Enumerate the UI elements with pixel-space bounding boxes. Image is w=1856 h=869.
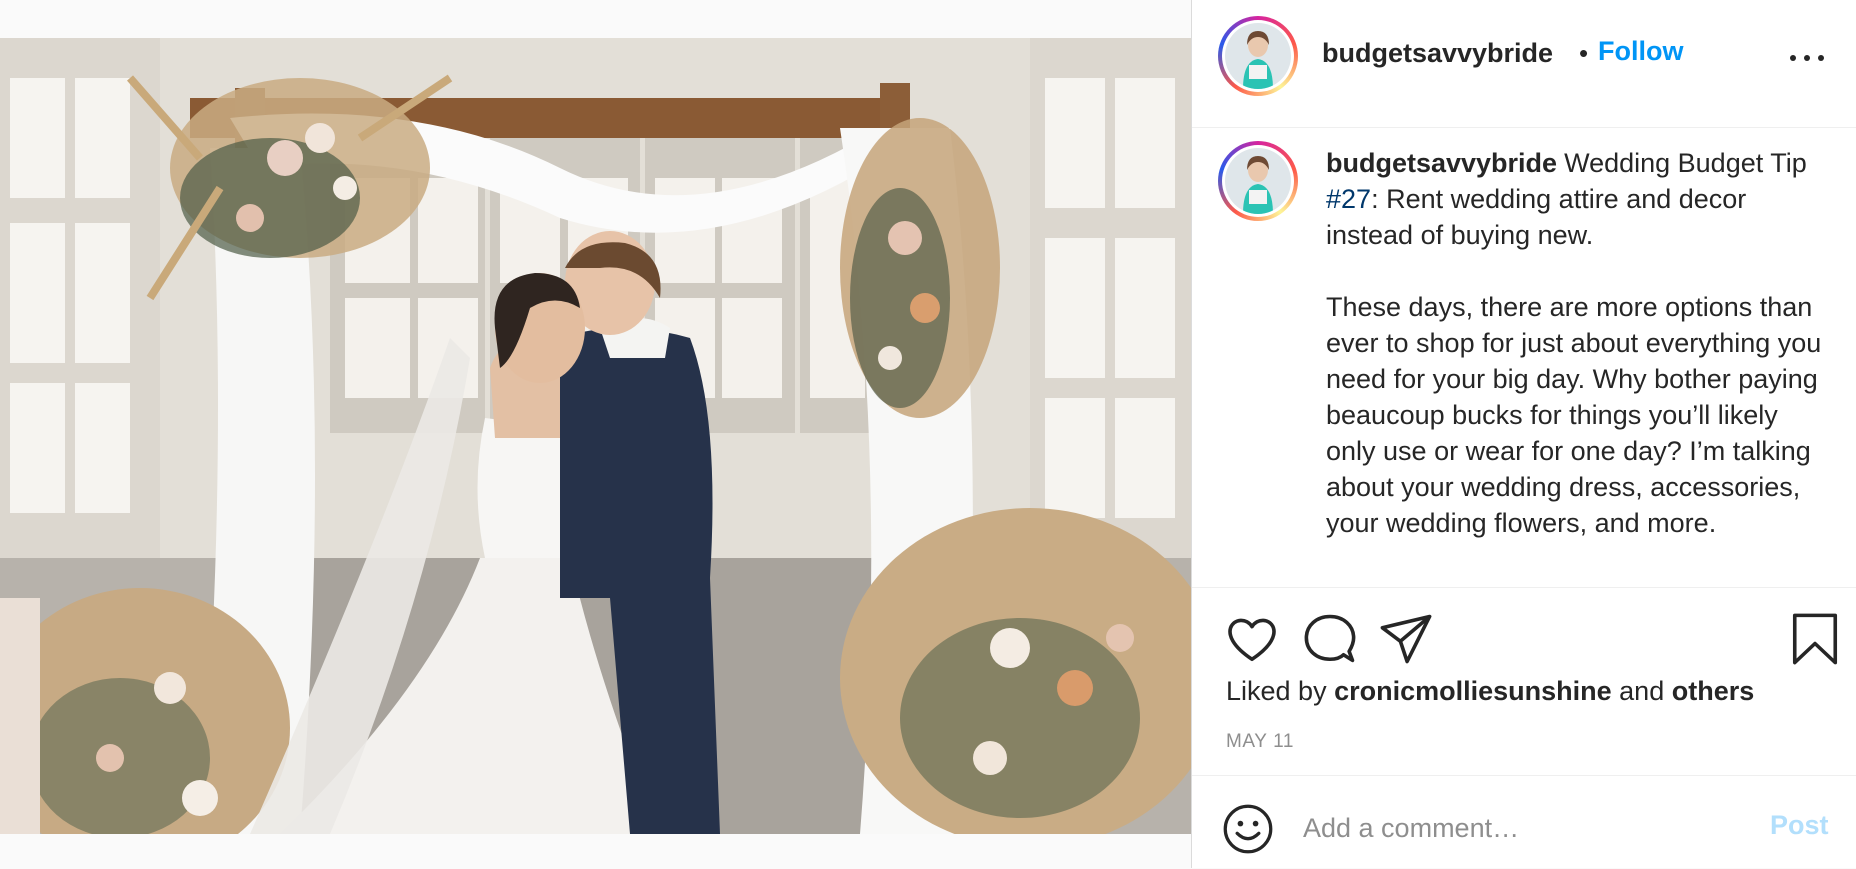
- caption-area: budgetsavvybride Wedding Budget Tip #27: …: [1192, 127, 1856, 587]
- share-icon[interactable]: [1379, 612, 1433, 666]
- caption-text-rest: : Rent wedding attire and decor instead …: [1326, 184, 1822, 538]
- post-date[interactable]: MAY 11: [1226, 731, 1294, 753]
- caption-text-start: Wedding Budget Tip: [1564, 148, 1807, 178]
- follow-button[interactable]: Follow: [1598, 36, 1683, 67]
- comment-row: Post: [1192, 775, 1856, 869]
- bookmark-icon[interactable]: [1788, 612, 1842, 666]
- comment-icon[interactable]: [1303, 612, 1357, 666]
- header-username[interactable]: budgetsavvybride: [1322, 38, 1553, 69]
- liked-by-prefix: Liked by: [1226, 676, 1335, 706]
- emoji-icon[interactable]: [1222, 803, 1274, 855]
- profile-photo: [1225, 148, 1291, 214]
- caption-username[interactable]: budgetsavvybride: [1326, 148, 1557, 178]
- liked-by-middle: and: [1611, 676, 1672, 706]
- post-button[interactable]: Post: [1770, 810, 1829, 841]
- profile-photo: [1225, 23, 1291, 89]
- caption-avatar[interactable]: [1218, 141, 1298, 221]
- more-options-icon[interactable]: [1790, 40, 1824, 64]
- post-header: budgetsavvybride • Follow: [1192, 0, 1856, 128]
- actions-section: Liked by cronicmolliesunshine and others…: [1192, 587, 1856, 867]
- photo-area: [0, 0, 1191, 868]
- separator-dot: •: [1579, 38, 1589, 68]
- liked-by-user[interactable]: cronicmolliesunshine: [1334, 676, 1612, 706]
- liked-by-others[interactable]: others: [1672, 676, 1755, 706]
- comment-input[interactable]: [1303, 808, 1663, 848]
- caption-text: budgetsavvybride Wedding Budget Tip #27: …: [1326, 145, 1826, 541]
- hashtag-link[interactable]: #27: [1326, 184, 1371, 214]
- avatar[interactable]: [1218, 16, 1298, 96]
- post-photo[interactable]: [0, 38, 1191, 834]
- heart-icon[interactable]: [1225, 612, 1279, 666]
- post-sidebar: budgetsavvybride • Follow budgetsavvybri…: [1191, 0, 1856, 868]
- liked-by-text: Liked by cronicmolliesunshine and others: [1226, 676, 1754, 707]
